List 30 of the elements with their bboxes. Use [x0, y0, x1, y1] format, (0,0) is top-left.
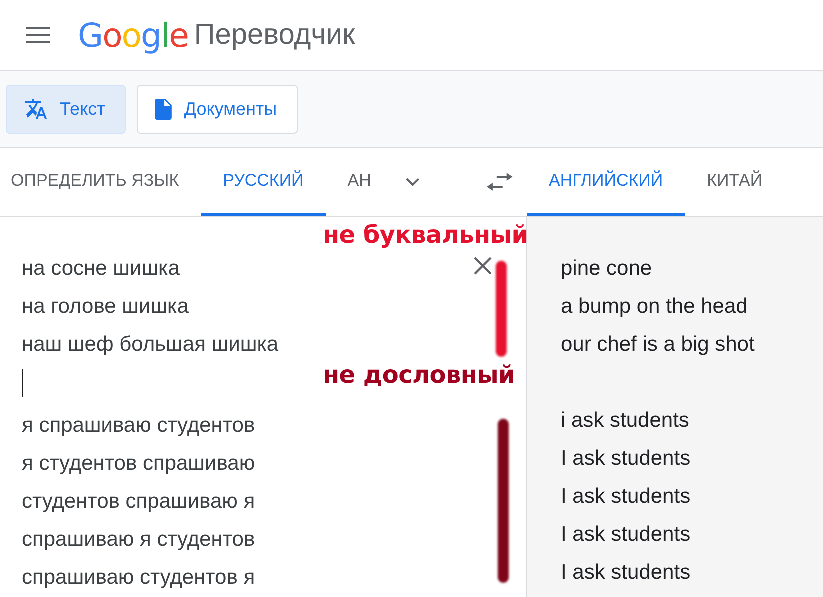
menu-icon[interactable] — [26, 26, 50, 44]
translation-line: pine cone — [561, 256, 652, 282]
language-tab[interactable]: ОПРЕДЕЛИТЬ ЯЗЫК — [0, 148, 202, 216]
translation-line: I ask students — [561, 560, 691, 586]
source-text-line: я студентов спрашиваю — [22, 451, 256, 477]
translation-line: a bump on the head — [561, 294, 748, 320]
translation-line: i ask students — [561, 408, 690, 434]
language-tab[interactable]: АН — [326, 148, 394, 216]
translate-icon — [24, 97, 48, 121]
source-text-line: наш шеф большая шишка — [22, 332, 279, 358]
annotation: не буквальный — [323, 221, 528, 249]
source-text-line: студентов спрашиваю я — [22, 489, 256, 515]
source-text-line: на сосне шишка — [22, 256, 180, 282]
mode-tab[interactable]: Документы — [137, 84, 298, 134]
translation-line: I ask students — [561, 522, 691, 548]
translation-line: I ask students — [561, 446, 691, 472]
app-title: Переводчик — [194, 18, 356, 52]
language-tab[interactable]: КИТАЙ — [685, 148, 785, 216]
annotation: не дословный — [323, 361, 516, 389]
translation-line: I ask students — [561, 484, 691, 510]
document-icon — [155, 98, 172, 120]
source-text-line: я спрашиваю студентов — [22, 413, 256, 439]
source-text-line: на голове шишка — [22, 294, 189, 320]
mode-tab[interactable]: Текст — [6, 84, 126, 134]
source-text-line: спрашиваю студентов я — [22, 565, 256, 591]
logo: Google — [78, 16, 188, 54]
source-text-line: спрашиваю я студентов — [22, 527, 256, 553]
close-icon[interactable] — [472, 255, 494, 277]
translation-line: our chef is a big shot — [561, 332, 755, 358]
text-cursor — [22, 369, 23, 397]
